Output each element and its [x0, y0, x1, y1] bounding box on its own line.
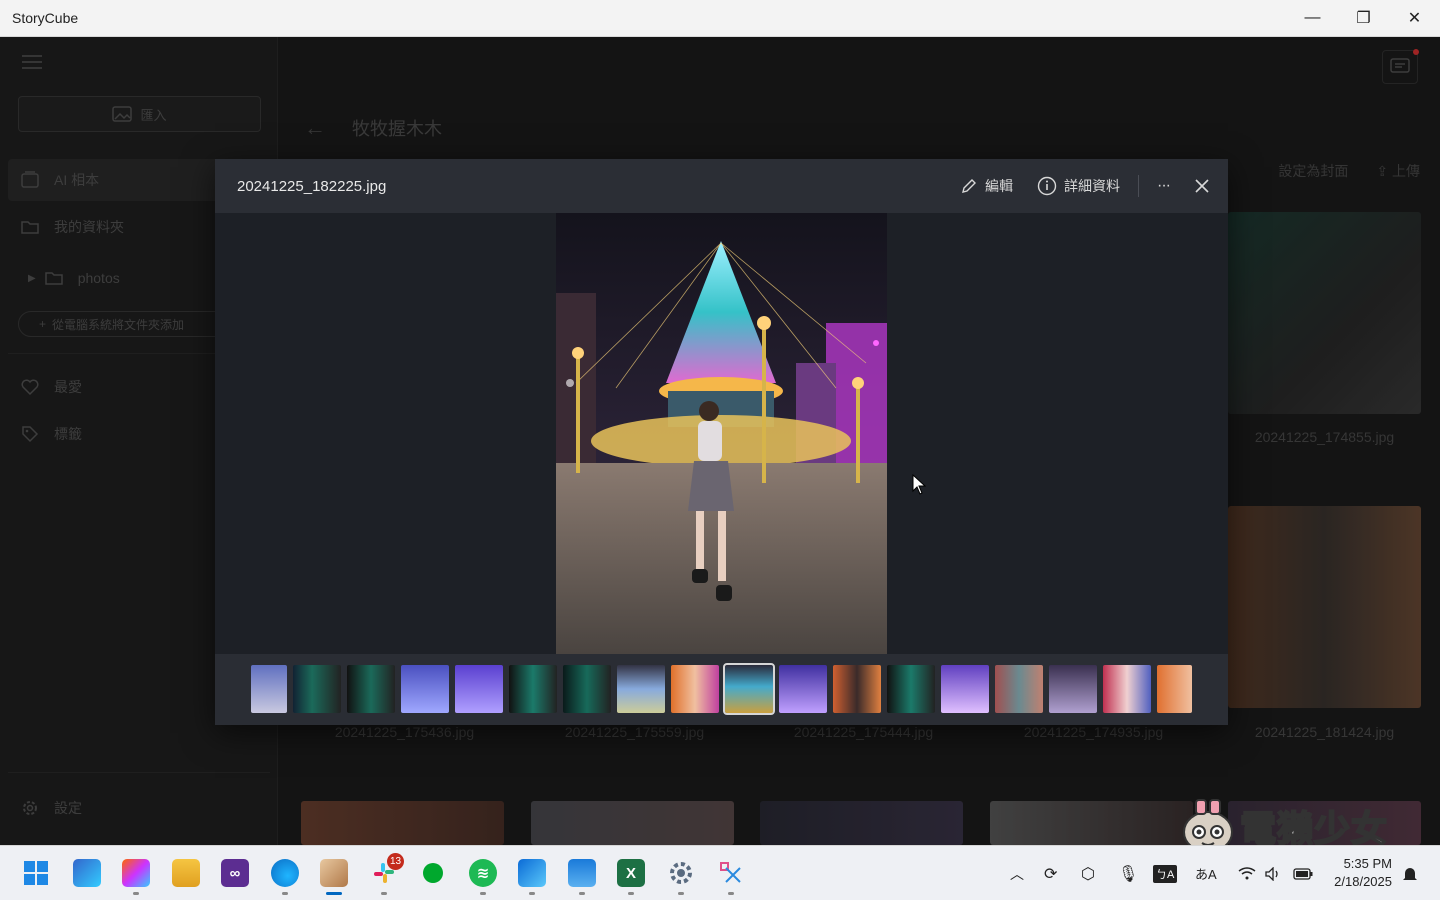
thumbnail-selected[interactable]: [723, 663, 775, 715]
running-indicator: [579, 892, 585, 895]
details-button[interactable]: 詳細資料: [1025, 159, 1132, 213]
thumbnail[interactable]: [563, 665, 611, 713]
copilot-icon[interactable]: [122, 859, 150, 887]
maximize-button[interactable]: ❐: [1338, 0, 1389, 36]
clock-date: 2/18/2025: [1334, 874, 1392, 889]
thumbnail[interactable]: [833, 665, 881, 713]
running-indicator: [480, 892, 486, 895]
close-icon: [1195, 179, 1209, 193]
visual-studio-icon[interactable]: ∞: [221, 859, 249, 887]
3d-cube-icon[interactable]: ⬡: [1081, 846, 1095, 900]
thumbnail[interactable]: [251, 665, 287, 713]
main-photo: [556, 213, 887, 654]
remote-desktop-icon[interactable]: [568, 859, 596, 887]
mouse-cursor-icon: [912, 474, 926, 495]
language-icon[interactable]: あA: [1195, 846, 1217, 900]
more-icon: ···: [1157, 177, 1171, 194]
notification-bell-icon[interactable]: [1402, 846, 1418, 900]
thumbnail[interactable]: [887, 665, 935, 713]
snipping-tool-icon[interactable]: [717, 859, 745, 887]
info-icon: [1037, 176, 1057, 196]
storycube-icon[interactable]: [320, 859, 348, 887]
thumbnail-strip: [215, 654, 1228, 725]
running-indicator: [628, 892, 634, 895]
running-indicator: [133, 892, 139, 895]
system-clock[interactable]: 5:35 PM 2/18/2025: [1322, 855, 1392, 891]
christmas-tree-photo: [556, 213, 887, 654]
restore-icon: ❐: [1356, 10, 1371, 27]
pencil-icon: [962, 179, 977, 193]
thumbnail[interactable]: [617, 665, 665, 713]
running-indicator: [728, 892, 734, 895]
close-window-button[interactable]: ✕: [1389, 0, 1440, 36]
clock-time: 5:35 PM: [1343, 856, 1392, 871]
minimize-icon: —: [1304, 9, 1321, 26]
edit-button[interactable]: 編輯: [948, 159, 1025, 213]
show-hidden-icons-button[interactable]: ︿: [1010, 846, 1024, 900]
close-icon: ✕: [1407, 10, 1422, 27]
battery-icon[interactable]: [1293, 846, 1313, 900]
wifi-icon[interactable]: [1238, 846, 1256, 900]
running-indicator: [678, 892, 684, 895]
thumbnail[interactable]: [1049, 665, 1097, 713]
running-indicator: [529, 892, 535, 895]
running-indicator: [282, 892, 288, 895]
header-separator: [1138, 175, 1140, 197]
more-options-button[interactable]: ···: [1145, 159, 1182, 213]
viewer-canvas: 360: [215, 213, 1228, 695]
thumbnail[interactable]: [995, 665, 1043, 713]
window-controls: — ❐ ✕: [1287, 0, 1440, 36]
excel-icon[interactable]: X: [617, 859, 645, 887]
file-explorer-icon[interactable]: [172, 859, 200, 887]
taskbar: ∞ ≋ X ︿ ⟳ ⬡ 🎙︎ ㄅA あA: [0, 845, 1440, 900]
thumbnail[interactable]: [1103, 665, 1151, 713]
windows-start-icon[interactable]: [22, 859, 50, 887]
copilot-pro-icon[interactable]: [73, 859, 101, 887]
minimize-button[interactable]: —: [1287, 0, 1338, 36]
edge-icon[interactable]: [271, 859, 299, 887]
running-indicator: [381, 892, 387, 895]
thumbnail[interactable]: [941, 665, 989, 713]
app-title: StoryCube: [12, 10, 79, 26]
title-bar: StoryCube — ❐ ✕: [0, 0, 1440, 37]
slack-notification-badge: 13: [387, 853, 404, 870]
viewer-filename: 20241225_182225.jpg: [237, 177, 387, 195]
volume-icon[interactable]: [1265, 846, 1281, 900]
input-method-icon[interactable]: ㄅA: [1153, 846, 1178, 900]
thumbnail[interactable]: [509, 665, 557, 713]
details-label: 詳細資料: [1064, 178, 1121, 194]
photo-viewer-dialog: 20241225_182225.jpg 編輯 詳細資料 ···: [215, 159, 1228, 725]
viewer-header: 20241225_182225.jpg 編輯 詳細資料 ···: [215, 159, 1228, 213]
viewer-actions: 編輯 詳細資料 ···: [948, 159, 1228, 213]
thumbnail[interactable]: [1157, 665, 1192, 713]
photos-icon[interactable]: [518, 859, 546, 887]
edit-label: 編輯: [985, 178, 1014, 194]
thumbnail[interactable]: [455, 665, 503, 713]
thumbnail[interactable]: [293, 665, 341, 713]
thumbnail[interactable]: [347, 665, 395, 713]
sync-icon[interactable]: ⟳: [1044, 846, 1057, 900]
thumbnail[interactable]: [779, 665, 827, 713]
thumbnail[interactable]: [401, 665, 449, 713]
microphone-icon[interactable]: 🎙︎: [1118, 846, 1138, 900]
chevron-up-icon: ︿: [1010, 865, 1024, 882]
spotify-icon[interactable]: ≋: [469, 859, 497, 887]
settings-gear-icon[interactable]: [667, 859, 695, 887]
evernote-icon[interactable]: [419, 859, 447, 887]
thumbnail[interactable]: [671, 665, 719, 713]
close-viewer-button[interactable]: [1182, 159, 1228, 213]
active-app-indicator: [326, 892, 342, 895]
